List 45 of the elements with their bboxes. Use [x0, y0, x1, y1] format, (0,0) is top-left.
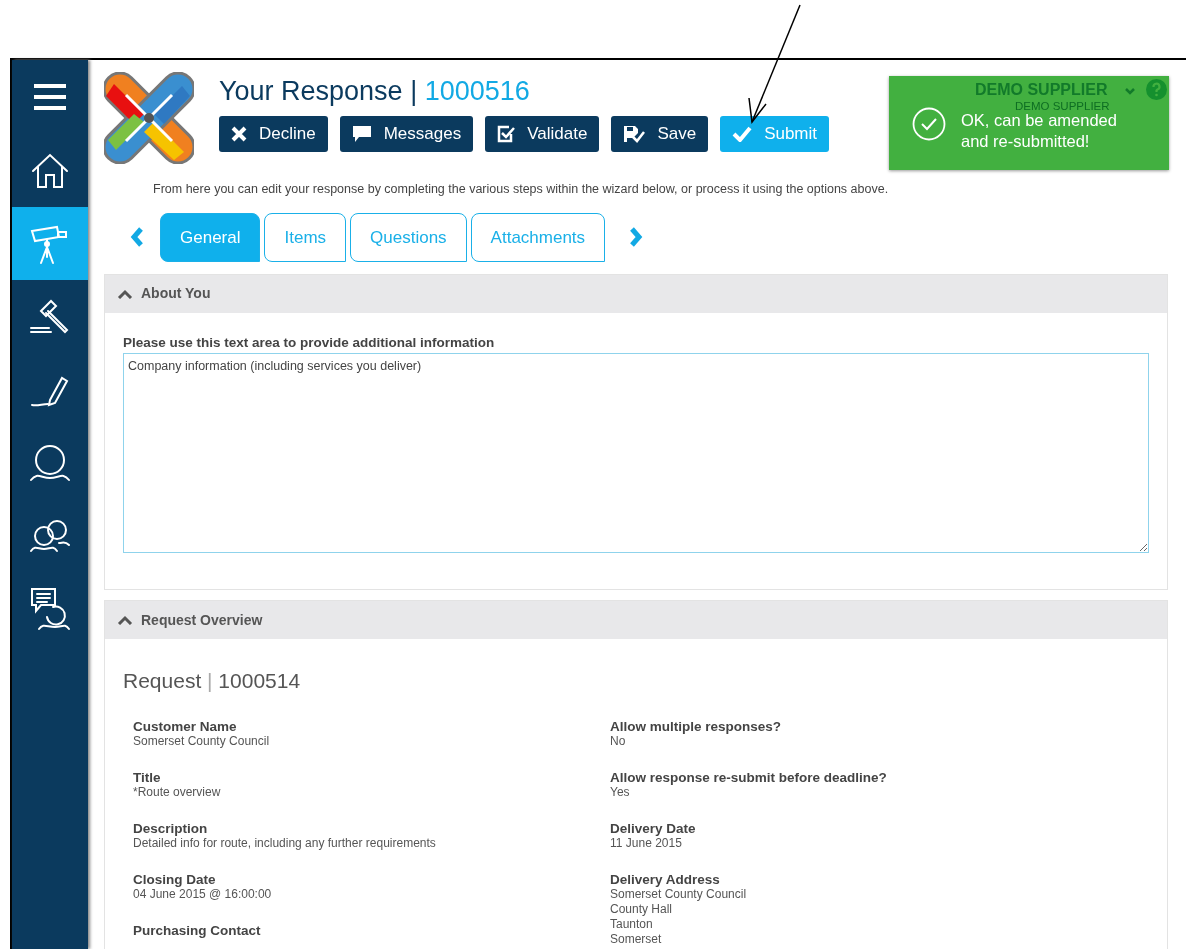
field-value: Somerset County Council [133, 733, 271, 749]
field-label: Customer Name [133, 718, 238, 734]
chat-person-icon [29, 586, 71, 631]
field-value: 11 June 2015 [610, 835, 683, 851]
field-value: *Route overview [133, 784, 222, 800]
text-area[interactable]: Company information (including services you deliver) [123, 353, 1149, 553]
decline-button[interactable]: Decline [219, 116, 328, 152]
speech-bubble-icon [351, 125, 372, 143]
people-icon [29, 518, 71, 553]
field-label: Delivery Address [610, 871, 721, 887]
menu-icon [34, 84, 66, 110]
field-label: Title [133, 769, 162, 785]
save-icon [623, 125, 646, 143]
field-label: Purchasing Contact [133, 922, 262, 938]
field-label: Closing Date [133, 871, 217, 887]
field-value: Detailed info for route, including any further requirements [133, 835, 437, 851]
panel-title[interactable]: Request Overview [141, 609, 263, 631]
field-value: 04 June 2015 @ 16:00:00 [133, 886, 273, 902]
collapse-icon[interactable] [117, 615, 133, 625]
field-label: Description [133, 820, 209, 836]
check-icon [732, 126, 753, 142]
validate-button[interactable]: Validate [485, 116, 600, 152]
collapse-icon[interactable] [117, 288, 133, 299]
messages-button[interactable]: Messages [339, 116, 474, 152]
gavel-icon [29, 298, 71, 335]
home-icon [31, 152, 69, 189]
person-icon [29, 443, 71, 482]
cross-icon [231, 126, 247, 142]
field-value: Yes [610, 784, 631, 800]
panel-title[interactable]: About You [141, 283, 211, 305]
field-label: Allow response re-submit before deadline? [610, 769, 888, 785]
field-label: Allow multiple responses? [610, 718, 783, 734]
request-heading: Request | 1000514 [123, 668, 302, 694]
field-value: Somerset County Council [610, 886, 748, 902]
check-circle-icon [912, 107, 946, 141]
field-label: Delivery Date [610, 820, 697, 836]
field-label: Please use this text area to provide additional information [123, 333, 496, 352]
intro-text: From here you can edit your response by completing the various steps within the wizard below, or process it using the options above. [153, 181, 890, 198]
field-value: No [610, 733, 627, 749]
field-value: County Hall [610, 901, 674, 917]
page-title: Your Response | 1000516 [219, 75, 531, 108]
checkbox-icon [497, 125, 516, 143]
field-value: Somerset [610, 931, 663, 947]
field-value: Taunton [610, 916, 654, 932]
save-button[interactable]: Save [611, 116, 709, 152]
